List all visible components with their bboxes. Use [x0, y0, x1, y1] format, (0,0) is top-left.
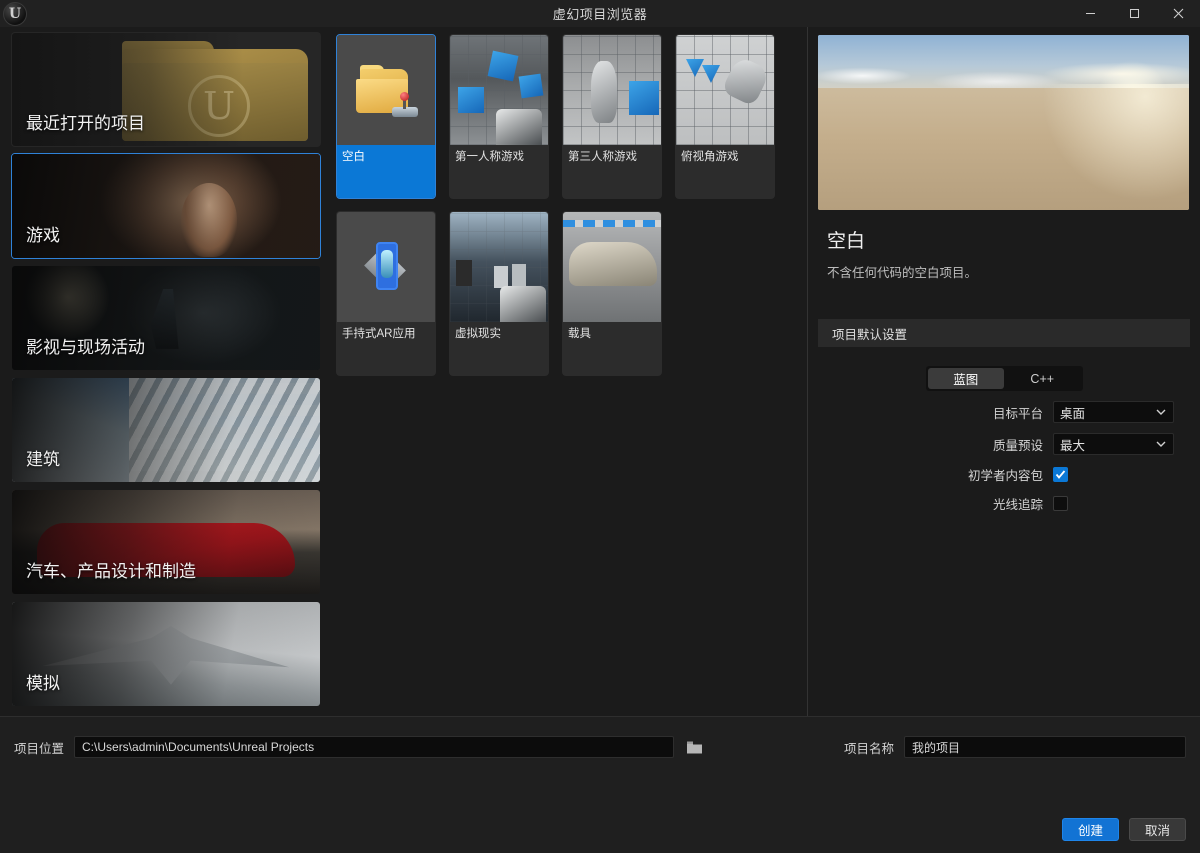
weapon-art — [500, 286, 546, 322]
template-label: 虚拟现实 — [455, 328, 501, 340]
sidebar-item-label: 游戏 — [26, 226, 60, 245]
create-button[interactable]: 创建 — [1062, 818, 1119, 841]
sidebar-item-recent-projects[interactable]: U 最近打开的项目 — [11, 32, 321, 147]
template-label: 空白 — [337, 145, 435, 198]
bottom-bar: 项目位置 C:\Users\admin\Documents\Unreal Pro… — [0, 716, 1200, 853]
browse-folder-icon[interactable] — [684, 736, 706, 758]
main-body: U 最近打开的项目 游戏 影视与现场活动 建筑 — [0, 27, 1200, 716]
raytracing-checkbox[interactable] — [1053, 496, 1068, 511]
handheld-ar-thumbnail — [337, 212, 435, 322]
mannequin-art — [591, 61, 617, 123]
sidebar-item-automotive[interactable]: 汽车、产品设计和制造 — [11, 489, 321, 595]
detail-title: 空白 — [827, 231, 866, 252]
third-person-thumbnail — [563, 35, 661, 145]
first-person-thumbnail — [450, 35, 548, 145]
detail-panel: 空白 不含任何代码的空白项目。 项目默认设置 蓝图 C++ 目标平台 桌面 质量… — [809, 27, 1200, 716]
quality-preset-value: 最大 — [1060, 438, 1086, 453]
path-row: 项目位置 C:\Users\admin\Documents\Unreal Pro… — [0, 717, 1200, 777]
car-art — [569, 242, 657, 286]
project-name-input[interactable]: 我的项目 — [904, 736, 1186, 758]
template-label: 载具 — [568, 328, 591, 340]
vehicle-thumbnail — [563, 212, 661, 322]
template-card-blank[interactable]: 空白 — [336, 34, 436, 199]
sidebar-item-architecture[interactable]: 建筑 — [11, 377, 321, 483]
ar-phone-icon — [360, 240, 412, 294]
category-sidebar: U 最近打开的项目 游戏 影视与现场活动 建筑 — [0, 27, 331, 716]
detail-description: 不含任何代码的空白项目。 — [827, 266, 978, 280]
blank-thumbnail — [337, 35, 435, 145]
template-label: 第三人称游戏 — [568, 151, 637, 163]
template-card-vehicle[interactable]: 载具 — [562, 211, 662, 376]
target-platform-row: 目标平台 桌面 — [818, 401, 1190, 423]
top-down-thumbnail — [676, 35, 774, 145]
tab-cpp[interactable]: C++ — [1004, 368, 1081, 389]
sidebar-item-simulation[interactable]: 模拟 — [11, 601, 321, 707]
template-card-first-person[interactable]: 第一人称游戏 — [449, 34, 549, 199]
sidebar-item-film-and-live-events[interactable]: 影视与现场活动 — [11, 265, 321, 371]
tab-blueprint[interactable]: 蓝图 — [927, 368, 1004, 389]
window-controls — [1068, 0, 1200, 27]
project-location-label: 项目位置 — [14, 741, 65, 756]
target-platform-value: 桌面 — [1060, 406, 1086, 421]
close-icon[interactable] — [1156, 0, 1200, 27]
template-label: 俯视角游戏 — [681, 151, 739, 163]
minimize-icon[interactable] — [1068, 0, 1112, 27]
chevron-down-icon — [1156, 409, 1166, 415]
template-grid: 空白 第一人称游戏 第三人称游戏 俯视角游戏 手持式AR应用 虚拟现实 载具 — [331, 27, 808, 716]
sidebar-item-label: 汽车、产品设计和制造 — [26, 562, 196, 581]
template-preview-image — [818, 35, 1189, 210]
chevron-down-icon — [1156, 441, 1166, 447]
sidebar-item-label: 最近打开的项目 — [26, 114, 145, 133]
sidebar-item-label: 建筑 — [26, 450, 60, 469]
dialog-actions: 创建 取消 — [1062, 818, 1186, 841]
quality-preset-label: 质量预设 — [992, 438, 1043, 453]
sidebar-item-games[interactable]: 游戏 — [11, 153, 321, 259]
window-title: 虚幻项目浏览器 — [552, 7, 648, 22]
raytracing-label: 光线追踪 — [992, 498, 1043, 512]
sidebar-item-label: 模拟 — [26, 674, 60, 693]
template-card-handheld-ar[interactable]: 手持式AR应用 — [336, 211, 436, 376]
template-label: 手持式AR应用 — [342, 328, 416, 340]
template-card-top-down[interactable]: 俯视角游戏 — [675, 34, 775, 199]
project-browser-window: U 虚幻项目浏览器 U — [0, 0, 1200, 853]
project-name-label: 项目名称 — [843, 741, 894, 756]
starter-content-label: 初学者内容包 — [967, 469, 1043, 483]
starter-content-checkbox[interactable] — [1053, 467, 1068, 482]
project-location-input[interactable]: C:\Users\admin\Documents\Unreal Projects — [74, 736, 675, 758]
quality-preset-row: 质量预设 最大 — [818, 433, 1190, 455]
weapon-art — [496, 109, 542, 145]
template-card-third-person[interactable]: 第三人称游戏 — [562, 34, 662, 199]
target-platform-select[interactable]: 桌面 — [1053, 401, 1174, 423]
quality-preset-select[interactable]: 最大 — [1053, 433, 1174, 455]
project-defaults-header: 项目默认设置 — [818, 319, 1190, 347]
template-label: 第一人称游戏 — [455, 151, 524, 163]
unreal-logo-icon: U — [3, 1, 27, 26]
maximize-icon[interactable] — [1112, 0, 1156, 27]
target-platform-label: 目标平台 — [992, 406, 1043, 421]
template-card-virtual-reality[interactable]: 虚拟现实 — [449, 211, 549, 376]
title-bar: U 虚幻项目浏览器 — [0, 0, 1200, 27]
folder-joystick-icon — [356, 65, 418, 117]
virtual-reality-thumbnail — [450, 212, 548, 322]
raytracing-row: 光线追踪 — [818, 494, 1190, 513]
cancel-button[interactable]: 取消 — [1129, 818, 1186, 841]
project-type-toggle: 蓝图 C++ — [925, 366, 1083, 391]
starter-content-row: 初学者内容包 — [818, 465, 1190, 484]
sidebar-item-label: 影视与现场活动 — [26, 338, 145, 357]
check-icon — [1055, 470, 1066, 479]
